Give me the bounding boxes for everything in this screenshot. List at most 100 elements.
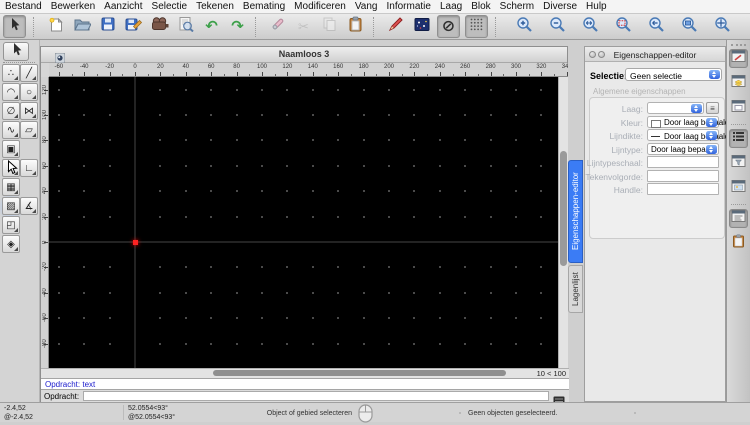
tab-eigenschappen-editor[interactable]: Eigenschappen-editor [568,160,583,263]
menu-scherm[interactable]: Scherm [500,1,534,12]
save-button[interactable] [97,16,118,37]
block-list-dock-button[interactable] [729,99,748,118]
dock-handle[interactable] [731,44,746,46]
zoom-redraw-icon [714,16,731,38]
eraser-button[interactable] [267,16,288,37]
menu-hulp[interactable]: Hulp [586,1,607,12]
zoom-redraw-button[interactable] [712,16,733,37]
draw-order-field[interactable] [647,169,719,182]
spline-tool[interactable]: ∿ [2,121,20,139]
vertical-ruler: 120 100 80 60 40 20 0 -20 -40 -60 -80 [41,77,49,368]
vertical-scrollbar[interactable] [558,77,568,368]
selection-filter-dock-button[interactable] [729,154,748,173]
selection-dropdown[interactable]: Geen selectie [625,68,722,81]
property-label: Lijntypeschaal: [586,158,643,168]
ellipse-tool[interactable]: ∅ [2,102,20,120]
lineweight-dropdown[interactable]: Door laag bepaald [647,129,729,141]
command-history-dock-button[interactable] [729,129,748,148]
property-row: Lijntype: Door laag bepaald [585,142,727,156]
horizontal-scroll-thumb[interactable] [213,370,506,376]
property-label: Tekenvolgorde: [585,171,643,182]
layer-dropdown[interactable] [647,102,704,114]
restrict-nothing-button[interactable]: ⊘ [437,15,460,38]
color-dropdown[interactable]: Door laag bepaald [647,115,729,128]
drawing-canvas[interactable] [49,77,558,368]
measure-tool[interactable]: ∡ [20,197,38,215]
line-tool[interactable]: ╱ [20,64,38,82]
dropdown-arrows-icon [709,70,720,79]
menu-tekenen[interactable]: Tekenen [196,1,234,12]
selection-pointer-button[interactable] [3,15,26,38]
menu-selectie[interactable]: Selectie [152,1,188,12]
grid-toggle-button[interactable] [465,15,488,38]
pointer-tool-button[interactable] [3,42,29,61]
zoom-in-button[interactable] [514,16,535,37]
menu-bewerken[interactable]: Bewerken [51,1,95,12]
paste-button[interactable] [345,16,366,37]
handle-field[interactable] [647,183,719,195]
polygon-tool[interactable]: ▱ [20,121,38,139]
copy-button[interactable] [319,16,340,37]
menu-laag[interactable]: Laag [440,1,462,12]
status-divider [123,405,124,420]
circle-tool[interactable]: ○ [20,83,38,101]
menu-bemating[interactable]: Bemating [243,1,285,12]
zoom-previous-button[interactable] [646,16,667,37]
menu-vang[interactable]: Vang [355,1,378,12]
dock-list-icon [731,129,746,148]
linetype-scale-field[interactable] [647,156,719,168]
command-input[interactable] [83,391,549,401]
toolbar-separator [255,16,261,37]
property-row: Lijntypeschaal: [585,156,727,169]
pen-button[interactable] [385,16,406,37]
command-line-dock-button[interactable] [729,209,748,228]
image-tool[interactable]: ▦ [2,178,20,196]
menu-blok[interactable]: Blok [471,1,490,12]
pointer-icon [7,17,22,37]
menu-diverse[interactable]: Diverse [543,1,577,12]
new-file-button[interactable] [45,16,66,37]
horizontal-ruler: -60 -40 -20 0 20 40 60 80 100 120 140 160 180 200 220 2… [49,63,568,77]
arc-tool[interactable]: ◠ [2,83,20,101]
zoom-auto-button[interactable] [580,16,601,37]
document-titlebar[interactable]: Naamloos 3 [41,47,567,64]
layer-list-button[interactable]: ≡ [706,102,719,114]
palette-empty-slot [20,216,38,234]
property-row: Kleur: Door laag bepaald [585,115,729,129]
undo-button[interactable]: ↶ [201,16,222,37]
clipboard-dock-button[interactable] [729,234,748,253]
menu-bestand[interactable]: Bestand [5,1,42,12]
save-as-button[interactable] [123,16,144,37]
tool-palette: ∴╱◠○∅⋈∿▱▣A∟▦▨∡◰◈ [0,40,40,402]
property-editor-dock-button[interactable] [729,49,748,68]
zoom-pan-button[interactable] [679,16,700,37]
menu-modificeren[interactable]: Modificeren [294,1,346,12]
solid-tool[interactable]: ◈ [2,235,20,253]
polyline-tool[interactable]: ⋈ [20,102,38,120]
library-browser-dock-button[interactable] [729,179,748,198]
cut-button[interactable]: ✂ [293,16,314,37]
layer-list-dock-button[interactable] [729,74,748,93]
viewport-tool[interactable]: ▣ [2,140,20,158]
drawing-preferences-button[interactable] [411,16,432,37]
horizontal-scrollbar[interactable] [49,369,511,378]
main-toolbar: ↶ ↷ ✂ ⊘ [0,14,750,40]
print-preview-button[interactable] [175,16,196,37]
vertical-scroll-thumb[interactable] [560,151,567,266]
tab-lagenlijst[interactable]: Lagenlijst [568,265,583,313]
zoom-window-button[interactable] [613,16,634,37]
menu-aanzicht[interactable]: Aanzicht [104,1,142,12]
open-folder-icon [73,16,92,37]
linetype-dropdown[interactable]: Door laag bepaald [647,142,719,155]
points-tool[interactable]: ∴ [2,64,20,82]
dimension-tool[interactable]: ∟ [20,159,38,177]
menu-informatie[interactable]: Informatie [387,1,431,12]
open-file-button[interactable] [71,16,92,37]
hatch-tool[interactable]: ▨ [2,197,20,215]
status-bar: -2.4,52 @-2.4,52 52.0554<93° @52.0554<93… [0,402,750,423]
print-button[interactable] [149,16,170,37]
circle-slash-icon: ⊘ [441,17,456,35]
modify-tool[interactable]: ◰ [2,216,20,234]
redo-button[interactable]: ↷ [227,16,248,37]
zoom-out-button[interactable] [547,16,568,37]
